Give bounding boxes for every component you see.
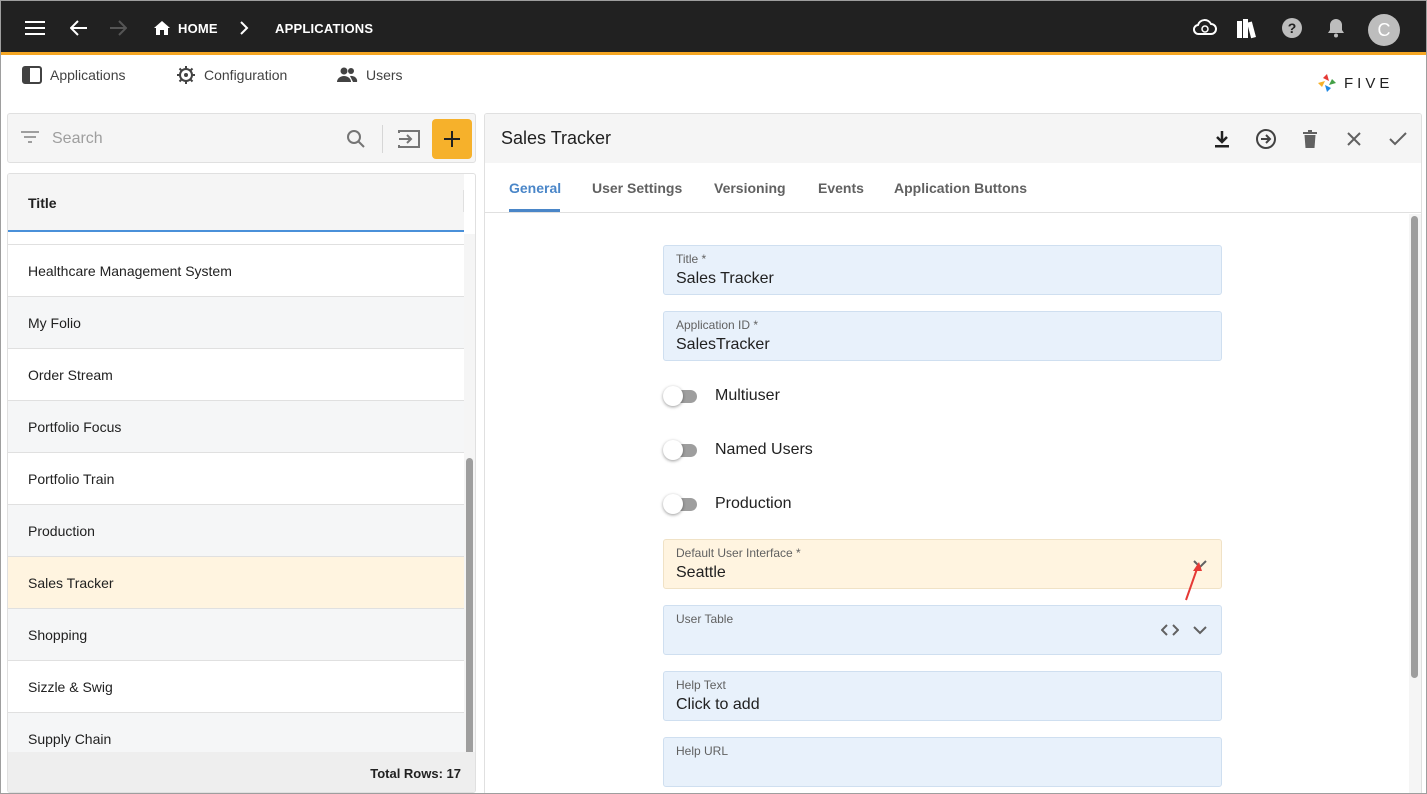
applications-list-panel: Title Healthcare Management SystemMy Fol… xyxy=(7,113,476,793)
search-divider xyxy=(382,125,383,153)
help-icon[interactable]: ? xyxy=(1274,10,1310,46)
back-arrow-icon[interactable] xyxy=(61,10,97,46)
list-rows: Healthcare Management System My Folio Orde… xyxy=(8,244,464,764)
application-id-field[interactable]: Application ID * SalesTracker xyxy=(663,311,1222,361)
list-scrollbar-thumb[interactable] xyxy=(466,458,473,773)
list-item[interactable]: My Folio xyxy=(8,296,464,348)
add-button[interactable] xyxy=(432,119,472,159)
configuration-gear-icon xyxy=(177,66,195,84)
list-item[interactable]: Portfolio Train xyxy=(8,452,464,504)
list-item[interactable]: Healthcare Management System xyxy=(8,244,464,296)
tab-versioning[interactable]: Versioning xyxy=(714,180,786,196)
column-divider xyxy=(463,190,464,212)
default-user-interface-value: Seattle xyxy=(676,564,726,581)
tab-application-buttons[interactable]: Application Buttons xyxy=(894,180,1027,196)
menu-item-applications-label: Applications xyxy=(50,67,126,83)
app-window: HOME APPLICATIONS ? C Applications Confi… xyxy=(0,0,1427,794)
title-field-value: Sales Tracker xyxy=(676,270,774,287)
multiuser-toggle-row: Multiuser xyxy=(663,381,780,411)
library-books-icon[interactable] xyxy=(1229,10,1265,46)
five-logo: FIVE xyxy=(1316,72,1393,94)
production-toggle[interactable] xyxy=(663,494,699,514)
menu-item-configuration[interactable]: Configuration xyxy=(176,64,287,86)
tab-general[interactable]: General xyxy=(509,180,561,196)
breadcrumb-applications[interactable]: APPLICATIONS xyxy=(275,1,373,55)
download-icon[interactable] xyxy=(1206,123,1238,155)
cloud-sync-icon[interactable] xyxy=(1187,10,1223,46)
notifications-bell-icon[interactable] xyxy=(1318,10,1354,46)
breadcrumb-home-label: HOME xyxy=(178,20,218,36)
application-id-field-value: SalesTracker xyxy=(676,336,770,353)
production-toggle-row: Production xyxy=(663,489,792,519)
close-icon[interactable] xyxy=(1338,123,1370,155)
code-brackets-icon[interactable] xyxy=(1160,620,1180,640)
top-bar: HOME APPLICATIONS ? C xyxy=(1,1,1426,55)
active-tab-indicator xyxy=(509,209,560,212)
help-text-value: Click to add xyxy=(676,696,760,713)
tab-user-settings[interactable]: User Settings xyxy=(592,180,682,196)
menu-item-configuration-label: Configuration xyxy=(204,67,288,83)
form-scrollbar-thumb[interactable] xyxy=(1411,216,1418,678)
help-text-label: Help Text xyxy=(676,678,726,692)
delete-trash-icon[interactable] xyxy=(1294,123,1326,155)
help-text-field[interactable]: Help Text Click to add xyxy=(663,671,1222,721)
list-header[interactable]: Title xyxy=(8,174,464,232)
list-item[interactable]: Sales Tracker xyxy=(8,556,464,608)
user-table-label: User Table xyxy=(676,612,734,626)
application-form-panel: Sales Tracker General User Settings Vers… xyxy=(484,113,1422,793)
menu-item-applications[interactable]: Applications xyxy=(22,64,126,86)
named-users-label: Named Users xyxy=(715,441,813,458)
hamburger-menu-icon[interactable] xyxy=(17,10,53,46)
import-icon[interactable] xyxy=(397,129,421,149)
form-header: Sales Tracker xyxy=(485,114,1421,163)
production-label: Production xyxy=(715,495,792,512)
list-item[interactable]: Order Stream xyxy=(8,348,464,400)
save-check-icon[interactable] xyxy=(1382,123,1414,155)
named-users-toggle-row: Named Users xyxy=(663,435,813,465)
users-icon xyxy=(337,67,358,82)
named-users-toggle[interactable] xyxy=(663,440,699,460)
tab-events[interactable]: Events xyxy=(818,180,864,196)
filter-icon[interactable] xyxy=(21,130,39,144)
breadcrumb-home[interactable]: HOME xyxy=(153,1,218,55)
plus-icon xyxy=(444,131,460,147)
chevron-down-icon[interactable] xyxy=(1190,620,1210,640)
five-logo-mark-icon xyxy=(1318,74,1336,92)
list-item[interactable]: Portfolio Focus xyxy=(8,400,464,452)
title-field-label: Title * xyxy=(676,252,707,266)
applications-icon xyxy=(22,66,42,84)
help-url-label: Help URL xyxy=(676,744,729,758)
breadcrumb-chevron-icon xyxy=(239,1,249,55)
list-item[interactable]: Production xyxy=(8,504,464,556)
form-tabs: General User Settings Versioning Events … xyxy=(485,163,1421,213)
five-logo-text: FIVE xyxy=(1344,74,1394,92)
list-item[interactable]: Shopping xyxy=(8,608,464,660)
menu-item-users-label: Users xyxy=(366,67,403,83)
default-user-interface-select[interactable]: Default User Interface * Seattle xyxy=(663,539,1222,589)
svg-text:?: ? xyxy=(1288,20,1297,36)
form-title: Sales Tracker xyxy=(501,128,612,148)
menu-bar: Applications Configuration Users FIVE xyxy=(1,58,1426,108)
applications-list: Title Healthcare Management System My Fol… xyxy=(7,173,476,793)
home-icon xyxy=(154,21,170,35)
title-field[interactable]: Title * Sales Tracker xyxy=(663,245,1222,295)
user-table-select[interactable]: User Table xyxy=(663,605,1222,655)
default-user-interface-label: Default User Interface * xyxy=(676,546,801,560)
user-avatar[interactable]: C xyxy=(1368,14,1400,46)
list-item[interactable]: Sizzle & Swig xyxy=(8,660,464,712)
search-icon[interactable] xyxy=(346,129,366,149)
deploy-arrow-circle-icon[interactable] xyxy=(1250,123,1282,155)
search-bar xyxy=(7,113,476,163)
annotation-arrow-icon xyxy=(1185,562,1202,601)
help-url-field[interactable]: Help URL xyxy=(663,737,1222,787)
search-input[interactable] xyxy=(52,126,332,152)
column-header-title: Title xyxy=(28,195,57,211)
menu-item-users[interactable]: Users xyxy=(336,64,403,86)
application-id-field-label: Application ID * xyxy=(676,318,759,332)
total-rows-footer: Total Rows: 17 xyxy=(8,752,475,792)
forward-arrow-icon[interactable] xyxy=(100,10,136,46)
multiuser-label: Multiuser xyxy=(715,387,780,404)
multiuser-toggle[interactable] xyxy=(663,386,699,406)
